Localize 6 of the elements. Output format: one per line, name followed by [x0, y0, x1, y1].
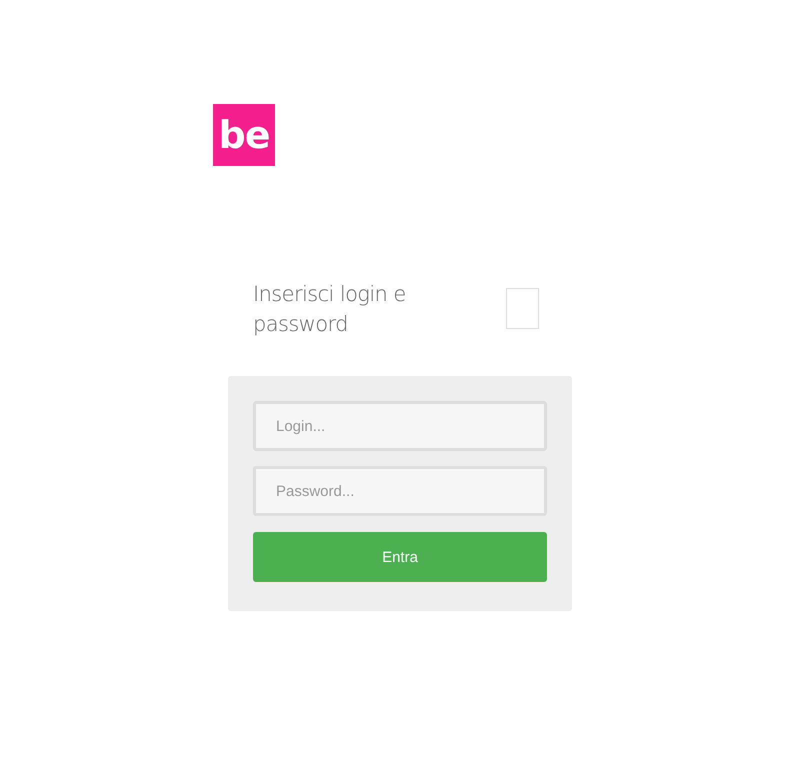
submit-button[interactable]: Entra: [253, 532, 547, 582]
image-placeholder: [506, 288, 539, 329]
login-field[interactable]: Login...: [253, 401, 547, 451]
password-field[interactable]: Password...: [253, 466, 547, 516]
logo: be: [213, 104, 275, 166]
login-heading: Inserisci login e password: [253, 281, 407, 338]
